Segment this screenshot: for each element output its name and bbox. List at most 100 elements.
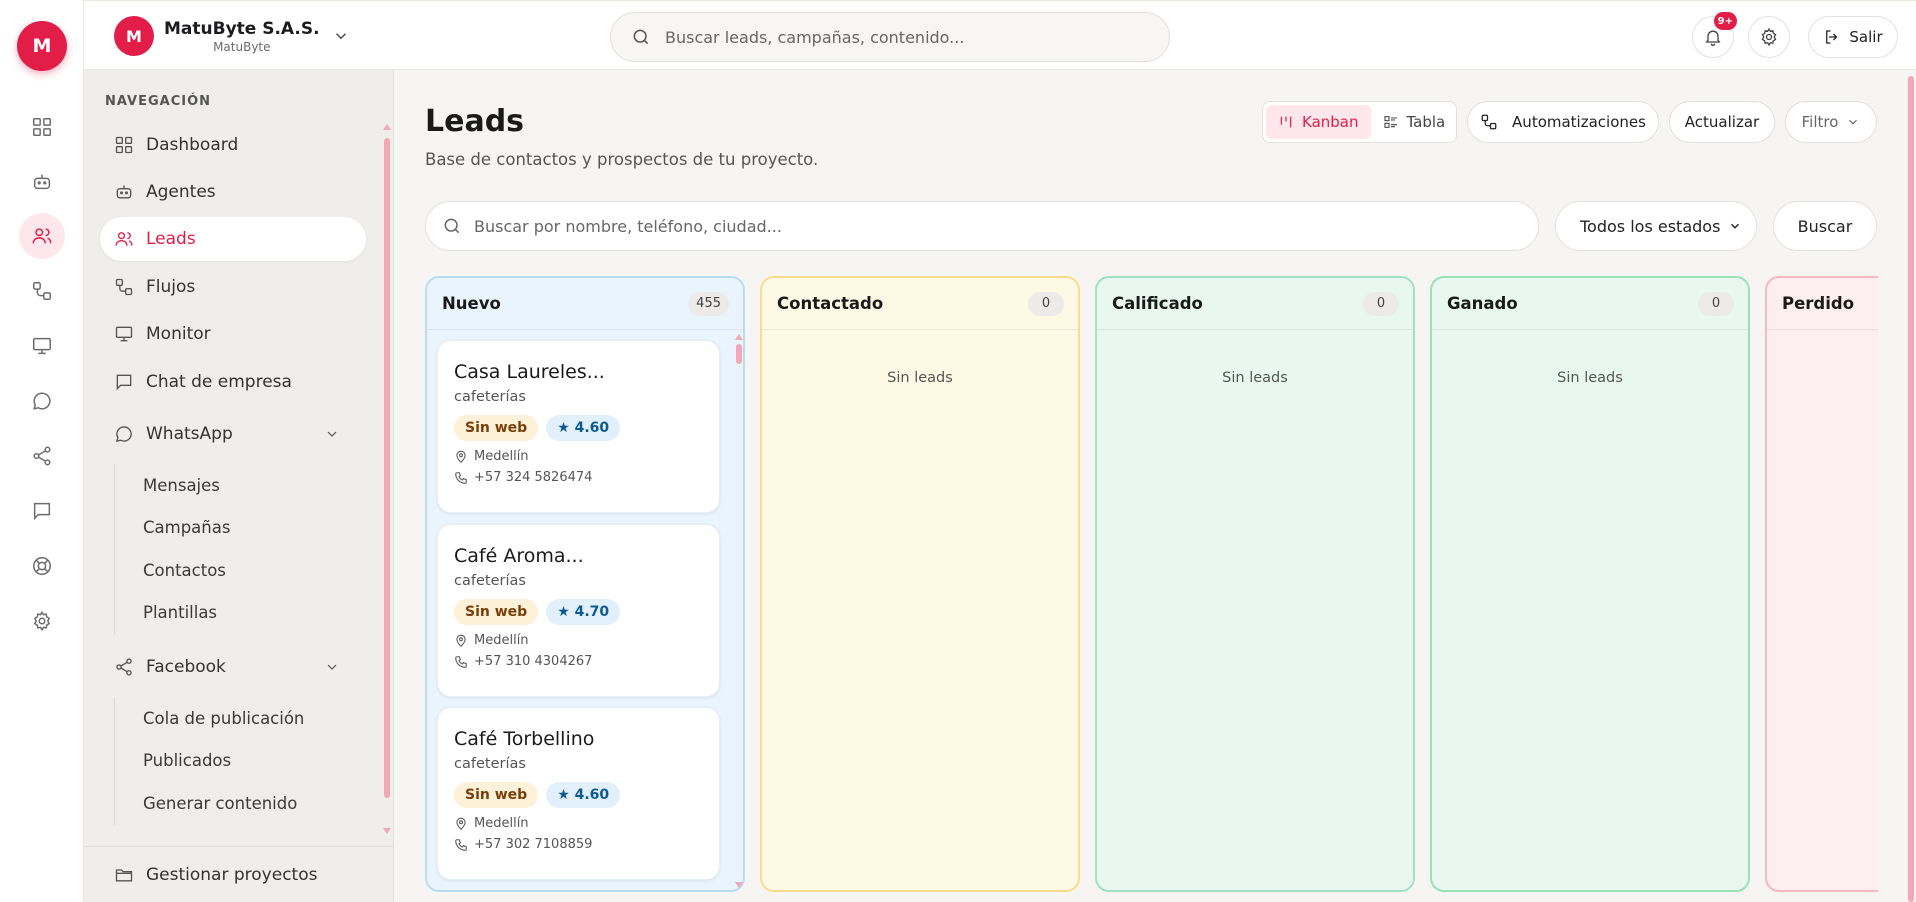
search-button[interactable]: Buscar bbox=[1773, 201, 1877, 251]
kanban-column-won: Ganado 0 Sin leads bbox=[1430, 276, 1750, 892]
sidebar-item-label: Agentes bbox=[146, 182, 216, 202]
project-avatar: M bbox=[114, 16, 154, 56]
lead-category: cafeterías bbox=[454, 573, 526, 589]
gear-icon bbox=[1759, 27, 1779, 47]
global-search bbox=[610, 12, 1170, 62]
logout-label: Salir bbox=[1849, 28, 1883, 46]
rail-facebook-button[interactable] bbox=[19, 433, 65, 479]
logout-button[interactable]: Salir bbox=[1808, 16, 1898, 58]
sidebar-scrollbar[interactable] bbox=[384, 138, 390, 798]
view-table-label: Tabla bbox=[1406, 113, 1446, 131]
chevron-down-icon bbox=[332, 27, 350, 45]
search-icon bbox=[442, 216, 462, 236]
rail-flows-button[interactable] bbox=[19, 268, 65, 314]
phone-icon bbox=[454, 471, 468, 485]
whatsapp-submenu: Mensajes Campañas Contactos Plantillas bbox=[114, 464, 230, 634]
chevron-down-icon bbox=[324, 426, 340, 442]
column-scrollbar[interactable] bbox=[736, 344, 742, 364]
bot-icon bbox=[31, 171, 53, 193]
leads-search-input[interactable] bbox=[474, 216, 1514, 236]
gear-icon bbox=[31, 610, 53, 632]
filter-button[interactable]: Filtro bbox=[1785, 101, 1877, 143]
facebook-submenu: Cola de publicación Publicados Generar c… bbox=[114, 697, 304, 825]
rating-badge: ★ 4.70 bbox=[546, 599, 621, 625]
sidebar-item-manage-projects[interactable]: Gestionar proyectos bbox=[100, 853, 366, 897]
sidebar-item-company-chat[interactable]: Chat de empresa bbox=[100, 360, 366, 404]
empty-state: Sin leads bbox=[1222, 370, 1288, 386]
project-switcher[interactable]: M MatuByte S.A.S. MatuByte bbox=[114, 15, 350, 57]
sidebar-item-dashboard[interactable]: Dashboard bbox=[100, 123, 366, 167]
sidebar-item-label: Gestionar proyectos bbox=[146, 865, 318, 885]
column-header: Calificado 0 bbox=[1097, 278, 1413, 330]
rail-monitor-button[interactable] bbox=[19, 323, 65, 369]
automations-button[interactable]: Automatizaciones bbox=[1467, 101, 1659, 143]
grid-icon bbox=[114, 135, 134, 155]
leads-search bbox=[425, 201, 1539, 251]
kanban-board: Nuevo 455 Casa Laureles... cafeterías Si… bbox=[425, 276, 1878, 902]
folder-icon bbox=[114, 865, 134, 885]
location-pin-icon bbox=[454, 450, 468, 464]
column-header: Ganado 0 bbox=[1432, 278, 1748, 330]
sidebar-scroll-up[interactable] bbox=[383, 124, 391, 130]
settings-button[interactable] bbox=[1748, 16, 1790, 58]
sidebar-item-label: Facebook bbox=[146, 657, 226, 677]
lead-category: cafeterías bbox=[454, 389, 526, 405]
lead-card[interactable]: Café Torbellino cafeterías Sin web ★ 4.6… bbox=[437, 707, 720, 880]
sidebar-item-leads[interactable]: Leads bbox=[100, 217, 366, 261]
sidebar-sub-generate-content[interactable]: Generar contenido bbox=[115, 782, 304, 825]
rating-badge: ★ 4.60 bbox=[546, 415, 621, 441]
lead-city: Medellín bbox=[474, 816, 529, 831]
page-title: Leads bbox=[425, 104, 525, 139]
sidebar-sub-contacts[interactable]: Contactos bbox=[115, 549, 230, 592]
column-title: Perdido bbox=[1782, 294, 1855, 313]
app-logo[interactable]: M bbox=[17, 21, 67, 71]
sidebar-sub-campaigns[interactable]: Campañas bbox=[115, 507, 230, 550]
rail-dashboard-button[interactable] bbox=[19, 104, 65, 150]
sidebar-sub-published[interactable]: Publicados bbox=[115, 740, 304, 783]
rail-help-button[interactable] bbox=[19, 543, 65, 589]
lead-phone: +57 324 5826474 bbox=[474, 470, 593, 485]
location-pin-icon bbox=[454, 634, 468, 648]
lead-card[interactable]: Café Aroma... cafeterías Sin web ★ 4.70 … bbox=[437, 524, 720, 697]
sidebar-sub-publish-queue[interactable]: Cola de publicación bbox=[115, 697, 304, 740]
refresh-button[interactable]: Actualizar bbox=[1669, 101, 1775, 143]
sidebar-item-label: Flujos bbox=[146, 277, 196, 297]
rating-badge: ★ 4.60 bbox=[546, 782, 621, 808]
no-web-badge: Sin web bbox=[454, 782, 539, 808]
chevron-down-icon bbox=[1728, 219, 1742, 233]
sidebar-item-whatsapp[interactable]: WhatsApp bbox=[100, 412, 366, 456]
view-kanban-button[interactable]: Kanban bbox=[1266, 105, 1371, 139]
notifications-button[interactable]: 9+ bbox=[1692, 12, 1737, 58]
sidebar: NAVEGACIÓN Dashboard Agentes Leads Flujo… bbox=[84, 70, 394, 902]
workflow-icon bbox=[31, 280, 53, 302]
column-scroll-up[interactable] bbox=[735, 334, 743, 340]
kanban-column-contacted: Contactado 0 Sin leads bbox=[760, 276, 1080, 892]
lead-card[interactable]: Casa Laureles... cafeterías Sin web ★ 4.… bbox=[437, 340, 720, 513]
rail-settings-button[interactable] bbox=[19, 598, 65, 644]
rail-whatsapp-button[interactable] bbox=[19, 378, 65, 424]
sidebar-sub-templates[interactable]: Plantillas bbox=[115, 592, 230, 635]
state-select[interactable]: Todos los estados bbox=[1555, 201, 1757, 251]
sidebar-scroll-down[interactable] bbox=[383, 828, 391, 834]
column-scroll-down[interactable] bbox=[735, 882, 743, 888]
rail-company-chat-button[interactable] bbox=[19, 488, 65, 534]
page-scrollbar[interactable] bbox=[1908, 76, 1914, 902]
top-bar: M MatuByte S.A.S. MatuByte 9+ Salir bbox=[84, 0, 1916, 70]
share-icon bbox=[31, 445, 53, 467]
rail-leads-button[interactable] bbox=[19, 213, 65, 259]
empty-state: Sin leads bbox=[1557, 370, 1623, 386]
sidebar-item-monitor[interactable]: Monitor bbox=[100, 312, 366, 356]
phone-icon bbox=[454, 655, 468, 669]
kanban-column-qualified: Calificado 0 Sin leads bbox=[1095, 276, 1415, 892]
global-search-input[interactable] bbox=[665, 27, 1145, 47]
project-name: MatuByte S.A.S. bbox=[164, 18, 320, 39]
sidebar-item-facebook[interactable]: Facebook bbox=[100, 645, 366, 689]
sidebar-item-label: WhatsApp bbox=[146, 424, 233, 444]
column-title: Nuevo bbox=[442, 294, 501, 313]
sidebar-sub-messages[interactable]: Mensajes bbox=[115, 464, 230, 507]
sidebar-item-agents[interactable]: Agentes bbox=[100, 170, 366, 214]
view-table-button[interactable]: Tabla bbox=[1371, 105, 1458, 139]
sidebar-item-flows[interactable]: Flujos bbox=[100, 265, 366, 309]
chat-icon bbox=[31, 390, 53, 412]
rail-agents-button[interactable] bbox=[19, 159, 65, 205]
